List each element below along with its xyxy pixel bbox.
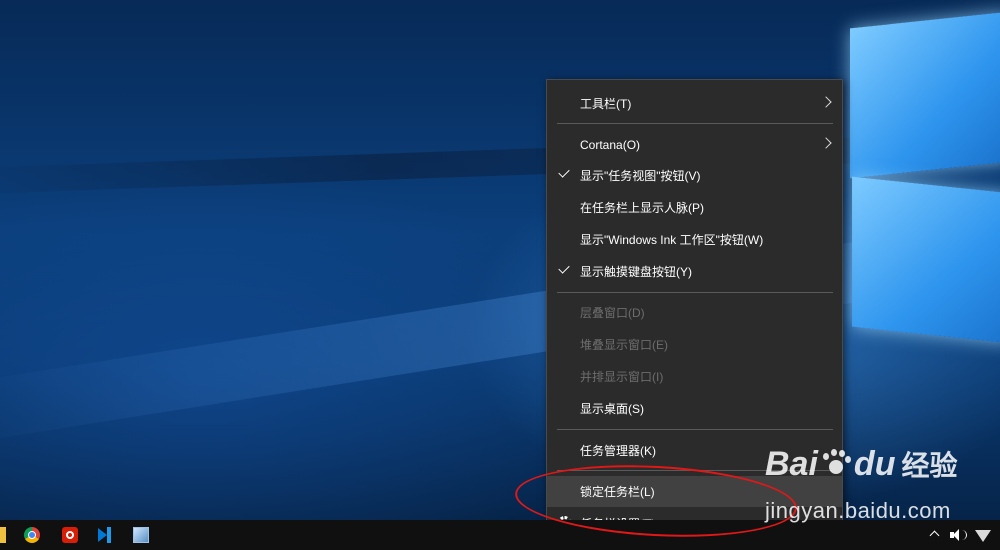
vscode-icon[interactable]: [96, 527, 112, 543]
logo-text-bai: Bai: [765, 444, 818, 483]
logo-text-jingyan: 经验: [901, 449, 958, 482]
menu-item-label: 堆叠显示窗口(E): [580, 338, 668, 352]
baidu-logo: Bai du 经验: [765, 440, 957, 488]
menu-item-label: 显示桌面(S): [580, 402, 644, 416]
windows-logo-pane-bottom: [852, 176, 1000, 344]
menu-item-side-by-side-windows: 并排显示窗口(I): [547, 361, 842, 392]
menu-item-toolbars[interactable]: 工具栏(T): [547, 88, 842, 119]
menu-item-show-desktop[interactable]: 显示桌面(S): [547, 393, 842, 424]
baidu-jingyan-watermark: Bai du 经验 jingyan.baidu.com: [765, 440, 965, 530]
menu-separator: [557, 429, 833, 430]
watermark-url: jingyan.baidu.com: [765, 498, 951, 523]
menu-item-cortana[interactable]: Cortana(O): [547, 129, 842, 160]
menu-item-label: 显示"任务视图"按钮(V): [580, 169, 701, 183]
menu-item-cascade-windows: 层叠窗口(D): [547, 297, 842, 328]
menu-item-label: 在任务栏上显示人脉(P): [580, 201, 704, 215]
checkmark-icon: [558, 262, 570, 274]
wallpaper-light-beam-lower: [0, 214, 1000, 446]
menu-item-show-windows-ink-button[interactable]: 显示"Windows Ink 工作区"按钮(W): [547, 224, 842, 255]
wifi-icon[interactable]: [975, 530, 991, 542]
windows-logo-pane-top: [850, 11, 1000, 179]
submenu-arrow-icon: [820, 96, 832, 108]
menu-item-show-touch-keyboard-button[interactable]: 显示触摸键盘按钮(Y): [547, 256, 842, 287]
volume-waves-icon: [961, 530, 967, 540]
menu-item-show-task-view-button[interactable]: 显示"任务视图"按钮(V): [547, 160, 842, 191]
baidu-paw-icon: [820, 448, 852, 480]
menu-separator: [557, 123, 833, 124]
menu-item-show-people[interactable]: 在任务栏上显示人脉(P): [547, 192, 842, 223]
chevron-up-icon[interactable]: [929, 530, 940, 541]
menu-separator: [557, 292, 833, 293]
menu-item-stack-windows: 堆叠显示窗口(E): [547, 329, 842, 360]
menu-item-label: 显示触摸键盘按钮(Y): [580, 265, 692, 279]
menu-item-label: 显示"Windows Ink 工作区"按钮(W): [580, 233, 764, 247]
checkmark-icon: [558, 166, 570, 178]
volume-icon[interactable]: [950, 529, 960, 541]
logo-text-du: du: [853, 444, 896, 483]
menu-item-label: 工具栏(T): [580, 97, 632, 111]
menu-item-label: Cortana(O): [580, 137, 641, 152]
app-icon[interactable]: [133, 527, 149, 543]
menu-item-label: 并排显示窗口(I): [580, 370, 664, 384]
netease-music-icon[interactable]: [62, 527, 78, 543]
menu-item-label: 层叠窗口(D): [580, 306, 645, 320]
submenu-arrow-icon: [820, 137, 832, 149]
chrome-icon[interactable]: [24, 527, 40, 543]
menu-item-label: 任务管理器(K): [580, 444, 656, 458]
folder-icon[interactable]: [0, 527, 6, 543]
